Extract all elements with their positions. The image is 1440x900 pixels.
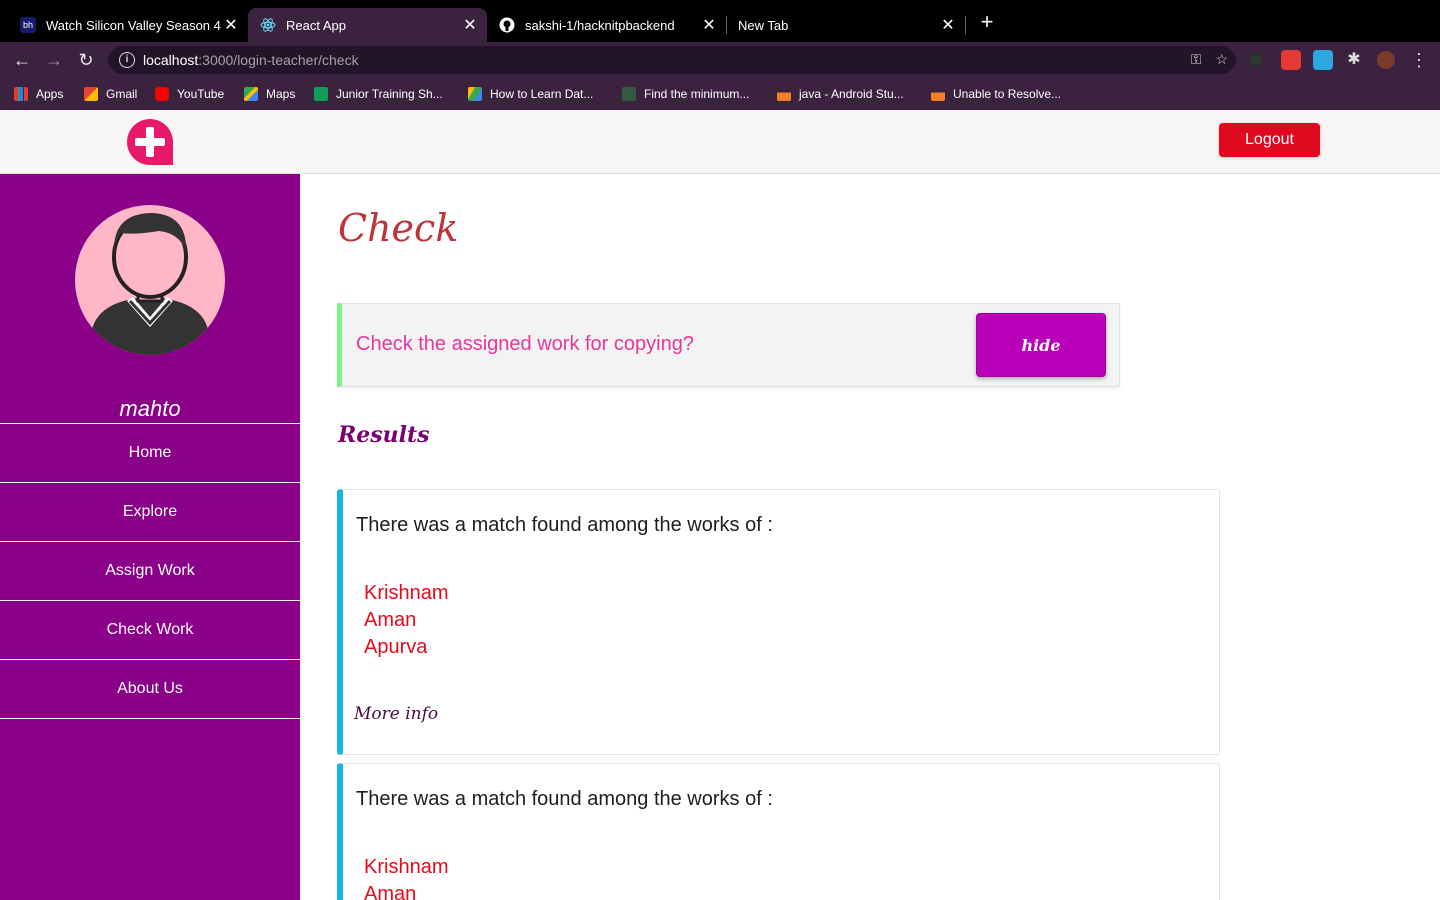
omnibox-actions: ⚿ ☆ [1191, 51, 1228, 68]
bookmark-label: YouTube [177, 87, 225, 101]
address-bar[interactable]: i localhost:3000/login-teacher/check ⚿ ☆ [108, 46, 1236, 74]
browser-tab-bar: bh Watch Silicon Valley Season 4 ✕ React… [0, 0, 1440, 42]
bookmark-java-android[interactable]: java - Android Stu... [777, 86, 904, 102]
new-tab-button[interactable]: + [976, 11, 998, 34]
matched-name: Krishnam [364, 582, 449, 604]
tab-github[interactable]: sakshi-1/hacknitpbackend ✕ [487, 8, 726, 42]
sidebar-username: mahto [119, 396, 181, 421]
page-title: Check [338, 206, 459, 250]
bookmark-youtube[interactable]: YouTube [155, 86, 224, 102]
profile-avatar[interactable] [1375, 49, 1397, 71]
tab-title: Watch Silicon Valley Season 4 [46, 17, 221, 33]
bookmarks-bar: Apps Gmail YouTube Maps Junior Training … [0, 78, 1440, 110]
result-message: There was a match found among the works … [356, 788, 773, 810]
github-icon [499, 17, 515, 33]
bookmark-how-to-learn[interactable]: How to Learn Dat... [468, 86, 593, 102]
address-host: localhost [143, 52, 199, 68]
forward-arrow-icon[interactable]: → [42, 48, 66, 72]
extension-icon[interactable] [1313, 50, 1333, 70]
address-path: :3000/login-teacher/check [198, 52, 359, 68]
sidebar-item-about-us[interactable]: About Us [0, 659, 300, 718]
sidebar-item-assign-work[interactable]: Assign Work [0, 541, 300, 600]
apps-grid-icon [14, 87, 28, 101]
stackoverflow-icon [931, 87, 945, 101]
bookmark-label: How to Learn Dat... [490, 87, 594, 101]
reload-icon[interactable]: ↻ [74, 48, 98, 72]
sheets-icon [314, 87, 328, 101]
bookmark-maps[interactable]: Maps [244, 86, 295, 102]
browser-toolbar: ← → ↻ i localhost:3000/login-teacher/che… [0, 42, 1440, 78]
plus-logo-icon[interactable] [127, 119, 173, 165]
bookmark-label: java - Android Stu... [799, 87, 904, 101]
matched-name: Aman [364, 883, 417, 900]
extension-icon[interactable] [1250, 54, 1262, 66]
youtube-icon [155, 87, 169, 101]
bookmark-find-minimum[interactable]: Find the minimum... [622, 86, 749, 102]
sidebar: mahto Home Explore Assign Work Check Wor… [0, 174, 300, 900]
gmail-icon [84, 87, 98, 101]
bookmark-label: Maps [266, 87, 296, 101]
hide-button[interactable]: hide [976, 313, 1106, 377]
tab-react-app[interactable]: React App ✕ [248, 8, 487, 42]
bookmark-label: Gmail [106, 87, 138, 101]
bookmark-label: Unable to Resolve... [953, 87, 1062, 101]
react-icon [260, 17, 276, 33]
bookmark-apps[interactable]: Apps [14, 86, 63, 102]
check-prompt-card: Check the assigned work for copying? hid… [337, 303, 1120, 387]
matched-names-list: Krishnam Aman Apurva [364, 580, 448, 661]
sidebar-item-home[interactable]: Home [0, 423, 300, 482]
tab-silicon-valley[interactable]: bh Watch Silicon Valley Season 4 ✕ [8, 8, 248, 42]
tab-title: New Tab [738, 17, 789, 33]
close-icon[interactable]: ✕ [222, 15, 240, 35]
result-card: There was a match found among the works … [337, 763, 1220, 900]
tab-separator [965, 16, 966, 34]
matched-name: Krishnam [364, 856, 449, 878]
star-icon[interactable]: ☆ [1215, 51, 1228, 68]
app-header: Logout [0, 110, 1440, 174]
sidebar-divider [0, 718, 300, 719]
close-icon[interactable]: ✕ [700, 15, 718, 35]
stackoverflow-icon [777, 87, 791, 101]
back-arrow-icon[interactable]: ← [10, 48, 34, 72]
sidebar-item-explore[interactable]: Explore [0, 482, 300, 541]
matched-name: Apurva [364, 636, 428, 658]
more-info-link[interactable]: More info [354, 704, 438, 724]
user-avatar-icon [75, 205, 225, 355]
extension-icon[interactable] [1281, 50, 1301, 70]
bookmark-label: Find the minimum... [644, 87, 750, 101]
result-message: There was a match found among the works … [356, 514, 773, 536]
maps-icon [244, 87, 258, 101]
drive-icon [468, 87, 482, 101]
bookmark-junior-training[interactable]: Junior Training Sh... [314, 86, 443, 102]
sidebar-item-check-work[interactable]: Check Work [0, 600, 300, 659]
close-icon[interactable]: ✕ [461, 15, 479, 35]
check-question: Check the assigned work for copying? [356, 333, 694, 355]
site-info-icon[interactable]: i [119, 52, 135, 68]
matched-names-list: Krishnam Aman [364, 854, 448, 900]
result-card: There was a match found among the works … [337, 489, 1220, 755]
results-heading: Results [338, 422, 430, 448]
close-icon[interactable]: ✕ [939, 15, 957, 35]
bookmark-gmail[interactable]: Gmail [84, 86, 137, 102]
logout-button[interactable]: Logout [1219, 123, 1320, 157]
gfg-icon [622, 87, 636, 101]
tab-title: React App [286, 17, 346, 33]
puzzle-extensions-icon[interactable]: ✱ [1344, 50, 1364, 70]
key-icon[interactable]: ⚿ [1191, 51, 1202, 68]
kebab-menu-icon[interactable]: ⋮ [1410, 48, 1428, 72]
bookmark-label: Junior Training Sh... [336, 87, 443, 101]
bookmark-unable-to-resolve[interactable]: Unable to Resolve... [931, 86, 1061, 102]
tab-title: sakshi-1/hacknitpbackend [525, 17, 675, 33]
matched-name: Aman [364, 609, 417, 631]
bookmark-label: Apps [36, 87, 64, 101]
bh-favicon-icon: bh [20, 17, 36, 33]
tab-new-tab[interactable]: New Tab ✕ [726, 8, 965, 42]
